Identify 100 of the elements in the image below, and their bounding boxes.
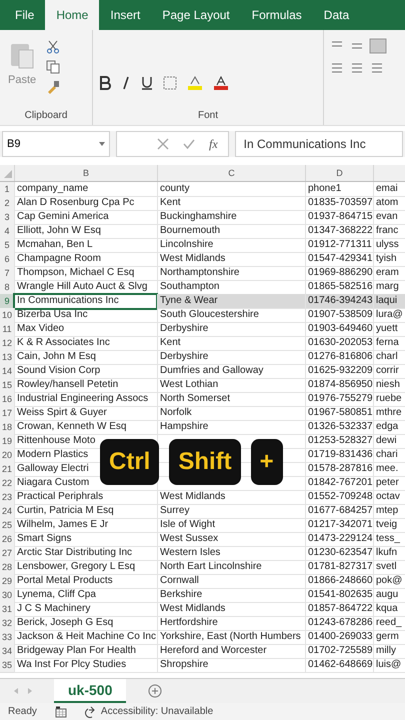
row-header[interactable]: 14	[0, 364, 14, 379]
row-header[interactable]: 1	[0, 182, 14, 197]
row-header[interactable]: 3	[0, 210, 14, 225]
row-header[interactable]: 31	[0, 602, 14, 617]
scissors-icon[interactable]	[46, 40, 60, 54]
copy-icon[interactable]	[46, 60, 60, 74]
row-header[interactable]: 8	[0, 280, 14, 295]
table-cell: augu	[376, 589, 398, 600]
row-header[interactable]: 20	[0, 448, 14, 463]
ribbon-tab[interactable]: Page Layout	[151, 0, 241, 30]
row-header[interactable]: 27	[0, 546, 14, 561]
row-header[interactable]: 26	[0, 532, 14, 547]
check-icon[interactable]	[183, 138, 195, 150]
table-cell: Lincolnshire	[160, 239, 214, 250]
table-cell: Rowley/hansell Petetin	[17, 379, 118, 390]
row-header[interactable]: 17	[0, 406, 14, 421]
table-cell: 01462-648669	[308, 659, 373, 670]
row-header[interactable]: 13	[0, 350, 14, 365]
table-cell: Buckinghamshire	[160, 211, 237, 222]
row-header[interactable]: 23	[0, 490, 14, 505]
table-cell: Hertfordshire	[160, 617, 218, 628]
accessibility-status[interactable]: Accessibility: Unavailable	[100, 706, 214, 717]
table-cell: Bridgeway Plan For Health	[17, 645, 136, 656]
column-header[interactable]: C	[157, 165, 305, 181]
table-cell: Norfolk	[160, 407, 192, 418]
add-sheet-icon[interactable]	[148, 684, 162, 698]
row-header[interactable]: 11	[0, 322, 14, 337]
table-cell: eram	[376, 267, 399, 278]
table-cell: Isle of Wight	[160, 519, 216, 530]
table-cell: Niagara Custom	[17, 477, 90, 488]
table-cell: Kent	[160, 197, 181, 208]
table-cell: charl	[376, 351, 398, 362]
table-cell: mthre	[376, 407, 402, 418]
highlight-icon[interactable]	[187, 76, 203, 90]
ribbon-tab[interactable]: Home	[45, 0, 100, 30]
row-header[interactable]: 12	[0, 336, 14, 351]
table-cell: tyish	[376, 253, 397, 264]
brush-icon[interactable]	[46, 80, 60, 94]
underline-icon[interactable]	[141, 76, 153, 90]
row-header[interactable]: 30	[0, 588, 14, 603]
table-cell: Jackson & Heit Machine Co Inc	[17, 631, 156, 642]
column-header[interactable]: B	[14, 165, 157, 181]
ribbon-tab[interactable]: Insert	[99, 0, 152, 30]
table-cell: West Midlands	[160, 253, 226, 264]
ribbon-tab[interactable]: Data	[312, 0, 360, 30]
bold-icon[interactable]	[99, 76, 111, 90]
table-cell: Derbyshire	[160, 323, 208, 334]
table-cell: 01630-202053	[308, 337, 373, 348]
ribbon-tab[interactable]: File	[4, 0, 46, 30]
table-cell: 01746-394243	[308, 295, 373, 306]
table-cell: evan	[376, 211, 398, 222]
formula-field[interactable]: In Communications Inc	[234, 131, 403, 157]
dropdown-icon[interactable]	[99, 142, 105, 146]
row-header[interactable]: 33	[0, 630, 14, 645]
sheet-stats-icon[interactable]	[54, 706, 67, 718]
table-cell: Lensbower, Gregory L Esq	[17, 561, 136, 572]
table-cell: emai	[376, 183, 398, 194]
borders-icon[interactable]	[163, 76, 177, 90]
table-cell: company_name	[17, 183, 88, 194]
table-cell: Industrial Engineering Assocs	[17, 393, 148, 404]
sheet-tab[interactable]: uk-500	[54, 679, 126, 703]
row-header[interactable]: 15	[0, 378, 14, 393]
row-header[interactable]: 22	[0, 476, 14, 491]
table-cell: octav	[376, 491, 400, 502]
table-cell: Bizerba Usa Inc	[17, 309, 88, 320]
row-header[interactable]: 16	[0, 392, 14, 407]
row-header[interactable]: 5	[0, 238, 14, 253]
column-header[interactable]: D	[305, 165, 373, 181]
table-cell: Elliott, John W Esq	[17, 225, 101, 236]
name-box[interactable]: B9	[2, 131, 110, 157]
table-cell: Rittenhouse Moto	[17, 435, 96, 446]
table-cell: Weiss Spirt & Guyer	[17, 407, 107, 418]
cancel-icon[interactable]	[157, 138, 169, 150]
row-header[interactable]: 35	[0, 658, 14, 673]
row-header[interactable]: 28	[0, 560, 14, 575]
row-header[interactable]: 19	[0, 434, 14, 449]
row-header[interactable]: 4	[0, 224, 14, 239]
row-header[interactable]: 6	[0, 252, 14, 267]
font-color-icon[interactable]	[213, 76, 229, 90]
row-header[interactable]: 2	[0, 196, 14, 211]
table-cell: Champagne Room	[17, 253, 101, 264]
row-header[interactable]: 18	[0, 420, 14, 435]
italic-icon[interactable]	[121, 76, 131, 90]
row-header[interactable]: 7	[0, 266, 14, 281]
row-header[interactable]: 21	[0, 462, 14, 477]
row-header[interactable]: 24	[0, 504, 14, 519]
row-header[interactable]: 32	[0, 616, 14, 631]
table-cell: Wilhelm, James E Jr	[17, 519, 108, 530]
table-cell: 01326-532337	[308, 421, 373, 432]
table-cell: edga	[376, 421, 398, 432]
insert-function-button[interactable]: fx	[209, 136, 218, 152]
table-cell: Arctic Star Distributing Inc	[17, 547, 132, 558]
row-header[interactable]: 34	[0, 644, 14, 659]
row-header[interactable]: 25	[0, 518, 14, 533]
table-cell: Surrey	[160, 505, 190, 516]
table-cell: Sound Vision Corp	[17, 365, 100, 376]
row-header[interactable]: 10	[0, 308, 14, 323]
table-cell: Northamptonshire	[160, 267, 240, 278]
ribbon-tab[interactable]: Formulas	[240, 0, 313, 30]
row-header[interactable]: 29	[0, 574, 14, 589]
